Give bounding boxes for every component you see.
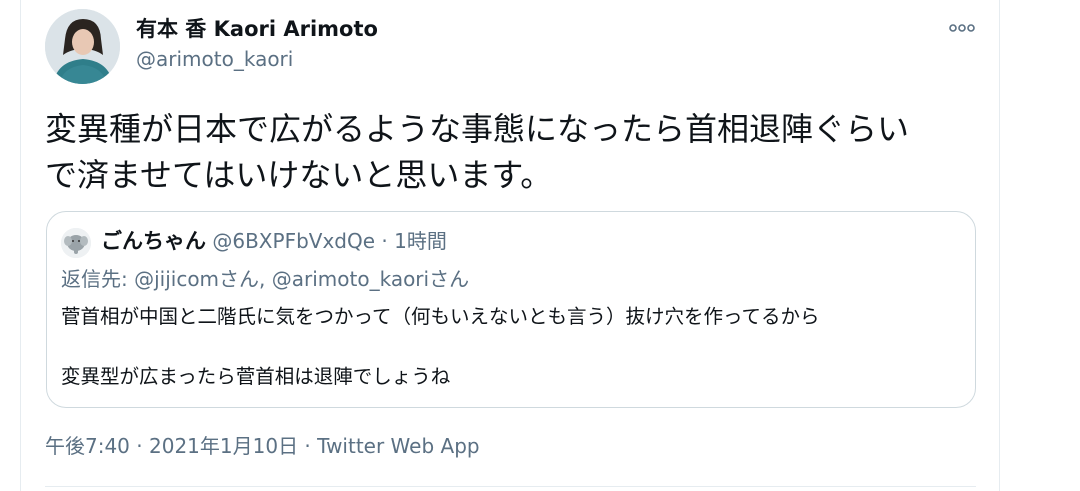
quote-reply-to: 返信先: @jijicomさん, @arimoto_kaoriさん [61,267,470,291]
tweet-text-line: 変異種が日本で広がるような事態になったら首相退陣ぐらい [45,110,910,148]
author-handle[interactable]: @arimoto_kaori [136,46,293,72]
more-icon [949,24,975,32]
more-button[interactable] [946,16,978,40]
author-display-name[interactable]: 有本 香 Kaori Arimoto [136,15,378,43]
quote-time[interactable]: 1時間 [394,229,447,253]
quote-author-handle[interactable]: @6BXPFbVxdQe [212,229,375,253]
quote-body-line: 菅首相が中国と二階氏に気をつかって（何もいえないとも言う）抜け穴を作ってるから [61,305,820,328]
divider [45,486,976,487]
quoted-tweet[interactable]: ごんちゃん @6BXPFbVxdQe · 1時間 返信先: @jijicomさん… [46,211,976,408]
tweet-time[interactable]: 午後7:40 [45,434,130,458]
footer-separator: · [129,434,149,458]
tweet-date[interactable]: 2021年1月10日 [149,434,298,458]
quote-header: ごんちゃん @6BXPFbVxdQe · 1時間 [101,226,447,256]
tweet-text: 変異種が日本で広がるような事態になったら首相退陣ぐらい で済ませてはいけないと思… [45,106,985,198]
author-avatar[interactable] [45,9,120,84]
tweet-footer: 午後7:40 · 2021年1月10日 · Twitter Web App [45,432,480,460]
tweet-text-line: で済ませてはいけないと思います。 [45,156,553,194]
tweet-source[interactable]: Twitter Web App [317,434,479,458]
profile-photo-icon [45,9,120,84]
quote-body-gap [61,332,820,362]
quote-separator: · [375,229,395,253]
quote-author-name[interactable]: ごんちゃん [101,229,206,253]
quote-author-avatar[interactable] [61,228,91,258]
footer-separator: · [298,434,318,458]
quote-body-line: 変異型が広まったら菅首相は退陣でしょうね [61,365,451,388]
elephant-avatar-icon [61,228,91,258]
quote-body: 菅首相が中国と二階氏に気をつかって（何もいえないとも言う）抜け穴を作ってるから … [61,302,820,392]
